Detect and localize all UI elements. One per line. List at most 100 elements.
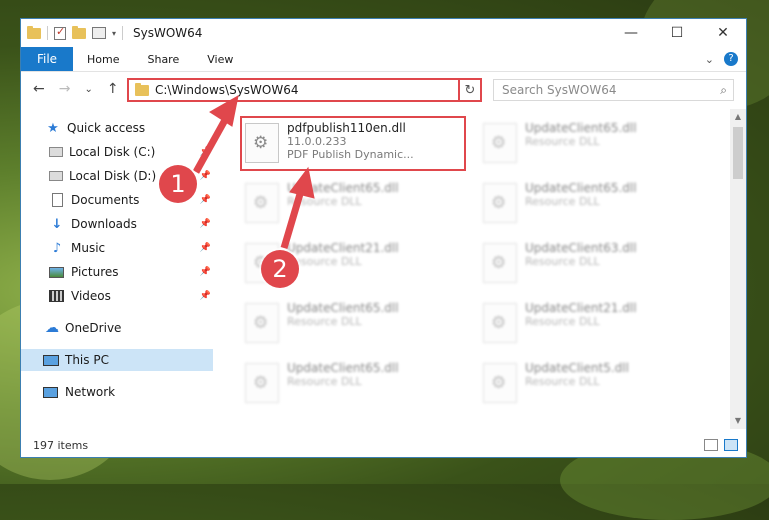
sidebar-item-label: Downloads bbox=[71, 217, 137, 231]
address-input[interactable]: C:\Windows\SysWOW64 ⌄ bbox=[127, 78, 480, 102]
music-icon: ♪ bbox=[52, 240, 62, 256]
dll-file-icon bbox=[245, 123, 279, 163]
search-icon[interactable]: ⌕ bbox=[720, 83, 727, 98]
sidebar-item-pictures[interactable]: Pictures 📌 bbox=[49, 261, 213, 283]
refresh-button[interactable]: ↻ bbox=[458, 78, 482, 102]
sidebar-item-this-pc[interactable]: This PC bbox=[21, 349, 213, 371]
separator bbox=[122, 26, 124, 40]
pin-icon[interactable]: 📌 bbox=[200, 219, 211, 229]
back-button[interactable]: ← bbox=[33, 81, 45, 99]
tab-view[interactable]: View bbox=[193, 47, 247, 71]
new-folder-icon[interactable] bbox=[72, 25, 86, 39]
network-icon bbox=[43, 386, 58, 398]
navigation-pane: ★ Quick access Local Disk (C:) 📌 Local D… bbox=[21, 109, 215, 414]
file-name: UpdateClient65.dll bbox=[287, 361, 399, 375]
separator bbox=[47, 26, 48, 40]
file-name: UpdateClient63.dll bbox=[525, 241, 637, 255]
pin-icon[interactable]: 📌 bbox=[200, 243, 211, 253]
sidebar-item-label: Network bbox=[65, 385, 116, 399]
sidebar-item-label: Pictures bbox=[71, 265, 119, 279]
pin-icon[interactable]: 📌 bbox=[200, 171, 211, 181]
file-item[interactable]: UpdateClient65.dll Resource DLL bbox=[477, 117, 702, 173]
file-item[interactable]: UpdateClient65.dll Resource DLL bbox=[239, 297, 464, 353]
file-version: 11.0.0.233 bbox=[287, 135, 347, 148]
minimize-button[interactable]: — bbox=[608, 19, 654, 47]
file-description: PDF Publish Dynamic... bbox=[287, 148, 414, 161]
scroll-up-icon[interactable]: ▲ bbox=[730, 109, 746, 125]
scroll-thumb[interactable] bbox=[733, 127, 743, 179]
file-item[interactable]: UpdateClient65.dll Resource DLL bbox=[239, 357, 464, 413]
recent-locations-button[interactable]: ⌄ bbox=[84, 81, 92, 99]
sidebar-item-videos[interactable]: Videos 📌 bbox=[49, 285, 213, 307]
status-bar: 197 items bbox=[21, 433, 746, 457]
sidebar-item-label: Local Disk (C:) bbox=[69, 145, 156, 159]
step-badge-2: 2 bbox=[261, 250, 299, 288]
dll-file-icon bbox=[483, 303, 517, 343]
ribbon-right: ⌄ ? bbox=[705, 47, 746, 71]
dll-file-icon bbox=[245, 363, 279, 403]
tab-share[interactable]: Share bbox=[133, 47, 193, 71]
file-type: Resource DLL bbox=[287, 195, 362, 208]
pin-icon[interactable]: 📌 bbox=[200, 195, 211, 205]
quick-access-toolbar: ▾ bbox=[27, 25, 124, 40]
sidebar-item-onedrive[interactable]: ☁ OneDrive bbox=[43, 317, 213, 339]
tab-home[interactable]: Home bbox=[73, 47, 133, 71]
ribbon-tabs: File Home Share View ⌄ ? bbox=[21, 47, 746, 72]
vertical-scrollbar[interactable]: ▲ ▼ bbox=[730, 109, 746, 429]
customize-icon[interactable] bbox=[92, 27, 106, 39]
pictures-icon bbox=[49, 266, 64, 278]
help-icon[interactable]: ? bbox=[724, 52, 738, 66]
file-type: Resource DLL bbox=[287, 375, 362, 388]
properties-check-icon[interactable] bbox=[54, 25, 66, 40]
forward-button[interactable]: → bbox=[59, 81, 71, 99]
download-icon: ↓ bbox=[51, 216, 63, 232]
expand-ribbon-icon[interactable]: ⌄ bbox=[705, 53, 714, 66]
file-name: UpdateClient65.dll bbox=[525, 181, 637, 195]
scroll-down-icon[interactable]: ▼ bbox=[730, 413, 746, 429]
details-view-icon[interactable] bbox=[704, 439, 718, 451]
file-item[interactable]: UpdateClient21.dll Resource DLL bbox=[477, 297, 702, 353]
file-item-pdfpublish110en[interactable]: pdfpublish110en.dll 11.0.0.233 PDF Publi… bbox=[239, 117, 464, 173]
pin-icon[interactable]: 📌 bbox=[200, 267, 211, 277]
dll-file-icon bbox=[483, 363, 517, 403]
sidebar-item-music[interactable]: ♪ Music 📌 bbox=[49, 237, 213, 259]
dropdown-arrow-icon[interactable]: ▾ bbox=[112, 29, 116, 38]
file-item[interactable]: UpdateClient65.dll Resource DLL bbox=[239, 177, 464, 233]
dll-file-icon bbox=[483, 243, 517, 283]
disk-icon bbox=[49, 147, 63, 157]
maximize-button[interactable]: ☐ bbox=[654, 19, 700, 47]
computer-icon bbox=[43, 354, 59, 366]
navigation-buttons: ← → ⌄ ↑ bbox=[33, 81, 119, 99]
file-name: UpdateClient21.dll bbox=[525, 301, 637, 315]
folder-icon bbox=[27, 25, 41, 39]
dll-file-icon bbox=[245, 303, 279, 343]
file-item[interactable]: UpdateClient63.dll Resource DLL bbox=[477, 237, 702, 293]
sidebar-item-label: Music bbox=[71, 241, 106, 255]
sidebar-item-label: Videos bbox=[71, 289, 111, 303]
file-type: Resource DLL bbox=[525, 315, 600, 328]
documents-icon bbox=[52, 193, 63, 207]
file-item[interactable]: UpdateClient5.dll Resource DLL bbox=[477, 357, 702, 413]
up-button[interactable]: ↑ bbox=[107, 81, 119, 99]
large-icons-view-icon[interactable] bbox=[724, 439, 738, 451]
sidebar-item-quick-access[interactable]: ★ Quick access bbox=[45, 117, 213, 139]
sidebar-item-downloads[interactable]: ↓ Downloads 📌 bbox=[49, 213, 213, 235]
sidebar-item-network[interactable]: Network bbox=[43, 381, 213, 403]
star-icon: ★ bbox=[47, 120, 59, 136]
address-bar-row: ← → ⌄ ↑ C:\Windows\SysWOW64 ⌄ ↻ Search S… bbox=[21, 72, 746, 108]
sidebar-item-local-disk-c[interactable]: Local Disk (C:) 📌 bbox=[49, 141, 213, 163]
file-type: Resource DLL bbox=[525, 135, 600, 148]
tab-file[interactable]: File bbox=[21, 47, 73, 71]
window-title: SysWOW64 bbox=[133, 26, 203, 40]
sidebar-item-label: OneDrive bbox=[65, 321, 122, 335]
close-button[interactable]: ✕ bbox=[700, 19, 746, 47]
sidebar-item-label: Local Disk (D:) bbox=[69, 169, 157, 183]
search-input[interactable]: Search SysWOW64 ⌕ bbox=[493, 79, 734, 101]
file-type: Resource DLL bbox=[287, 315, 362, 328]
pin-icon[interactable]: 📌 bbox=[200, 147, 211, 157]
dll-file-icon bbox=[245, 183, 279, 223]
sidebar-item-label: Documents bbox=[71, 193, 140, 207]
sidebar-item-label: Quick access bbox=[67, 121, 146, 135]
pin-icon[interactable]: 📌 bbox=[200, 291, 211, 301]
file-item[interactable]: UpdateClient65.dll Resource DLL bbox=[477, 177, 702, 233]
